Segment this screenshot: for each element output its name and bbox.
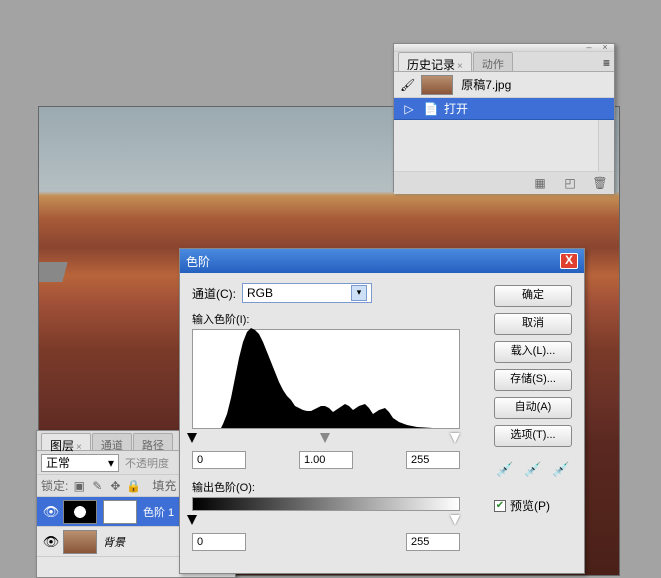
dialog-titlebar[interactable]: 色阶 X [180,249,584,273]
output-levels-label: 输出色阶(O): [192,479,482,495]
visibility-icon[interactable]: 👁 [41,532,61,552]
opacity-label: 不透明度 [125,455,169,471]
panel-grip[interactable]: – × [394,44,614,52]
scrollbar[interactable] [598,120,614,171]
gray-eyedropper-icon[interactable]: 💉 [523,461,543,481]
lock-transparent-icon[interactable]: ▣ [72,479,86,493]
channel-select[interactable]: RGB▾ [242,283,372,303]
output-slider[interactable] [192,515,460,527]
chevron-down-icon: ▾ [351,285,367,301]
close-icon[interactable]: × [598,42,612,52]
black-eyedropper-icon[interactable]: 💉 [495,461,515,481]
new-snapshot-icon[interactable]: ◰ [562,176,578,190]
preview-checkbox[interactable]: ✔ [494,500,506,512]
out-white-handle[interactable] [450,515,460,525]
preview-label: 预览(P) [510,497,550,514]
lock-label: 锁定: [41,477,68,494]
minimize-icon[interactable]: – [582,42,596,52]
load-button[interactable]: 载入(L)... [494,341,572,363]
history-toolbar: ▦ ◰ 🗑 [394,172,614,194]
cancel-button[interactable]: 取消 [494,313,572,335]
adjustment-thumb [63,500,97,524]
histogram [192,329,460,429]
gamma-handle[interactable] [320,433,330,443]
ok-button[interactable]: 确定 [494,285,572,307]
brush-icon: 🖌 [400,78,415,92]
out-black-handle[interactable] [187,515,197,525]
lock-pixels-icon[interactable]: ✎ [90,479,104,493]
tab-channels[interactable]: 通道 [92,433,132,450]
history-state-open[interactable]: ▷ 📄 打开 [394,98,614,120]
tab-layers[interactable]: 图层× [41,433,91,450]
channel-label: 通道(C): [192,285,236,302]
output-gradient [192,497,460,511]
close-icon[interactable]: X [560,253,578,269]
input-white-field[interactable] [406,451,460,469]
white-eyedropper-icon[interactable]: 💉 [551,461,571,481]
output-white-field[interactable] [406,533,460,551]
black-point-handle[interactable] [187,433,197,443]
layer-name: 色阶 1 [143,504,174,520]
options-button[interactable]: 选项(T)... [494,425,572,447]
snapshot-row[interactable]: 🖌 原稿7.jpg [394,72,614,98]
input-gamma-field[interactable] [299,451,353,469]
dialog-title: 色阶 [186,253,210,270]
auto-button[interactable]: 自动(A) [494,397,572,419]
new-doc-from-state-icon[interactable]: ▦ [532,176,548,190]
lock-position-icon[interactable]: ✥ [108,479,122,493]
levels-dialog: 色阶 X 通道(C): RGB▾ 输入色阶(I): [179,248,585,574]
output-black-field[interactable] [192,533,246,551]
state-label: 打开 [444,100,468,117]
fill-label: 填充 [152,477,176,494]
tab-history[interactable]: 历史记录× [398,52,472,71]
layer-name: 背景 [103,534,125,550]
state-marker-icon: ▷ [400,101,418,117]
snapshot-name: 原稿7.jpg [461,76,511,93]
visibility-icon[interactable]: 👁 [41,502,61,522]
history-panel: – × 历史记录× 动作 ≡ 🖌 原稿7.jpg ▷ 📄 打开 ▦ ◰ 🗑 [393,43,615,192]
layer-thumb [63,530,97,554]
trash-icon[interactable]: 🗑 [592,176,608,190]
input-black-field[interactable] [192,451,246,469]
history-tabs: 历史记录× 动作 ≡ [394,52,614,72]
lock-all-icon[interactable]: 🔒 [126,479,140,493]
tab-paths[interactable]: 路径 [133,433,173,450]
white-point-handle[interactable] [450,433,460,443]
document-icon: 📄 [422,101,440,117]
snapshot-thumb [421,75,453,95]
tab-actions[interactable]: 动作 [473,52,513,71]
blend-mode-select[interactable]: 正常▾ [41,454,119,472]
panel-menu-icon[interactable]: ≡ [603,56,610,70]
history-empty-area [394,120,614,172]
close-icon[interactable]: × [457,61,463,72]
input-levels-label: 输入色阶(I): [192,311,482,327]
input-slider[interactable] [192,433,460,445]
save-button[interactable]: 存储(S)... [494,369,572,391]
mask-thumb [103,500,137,524]
